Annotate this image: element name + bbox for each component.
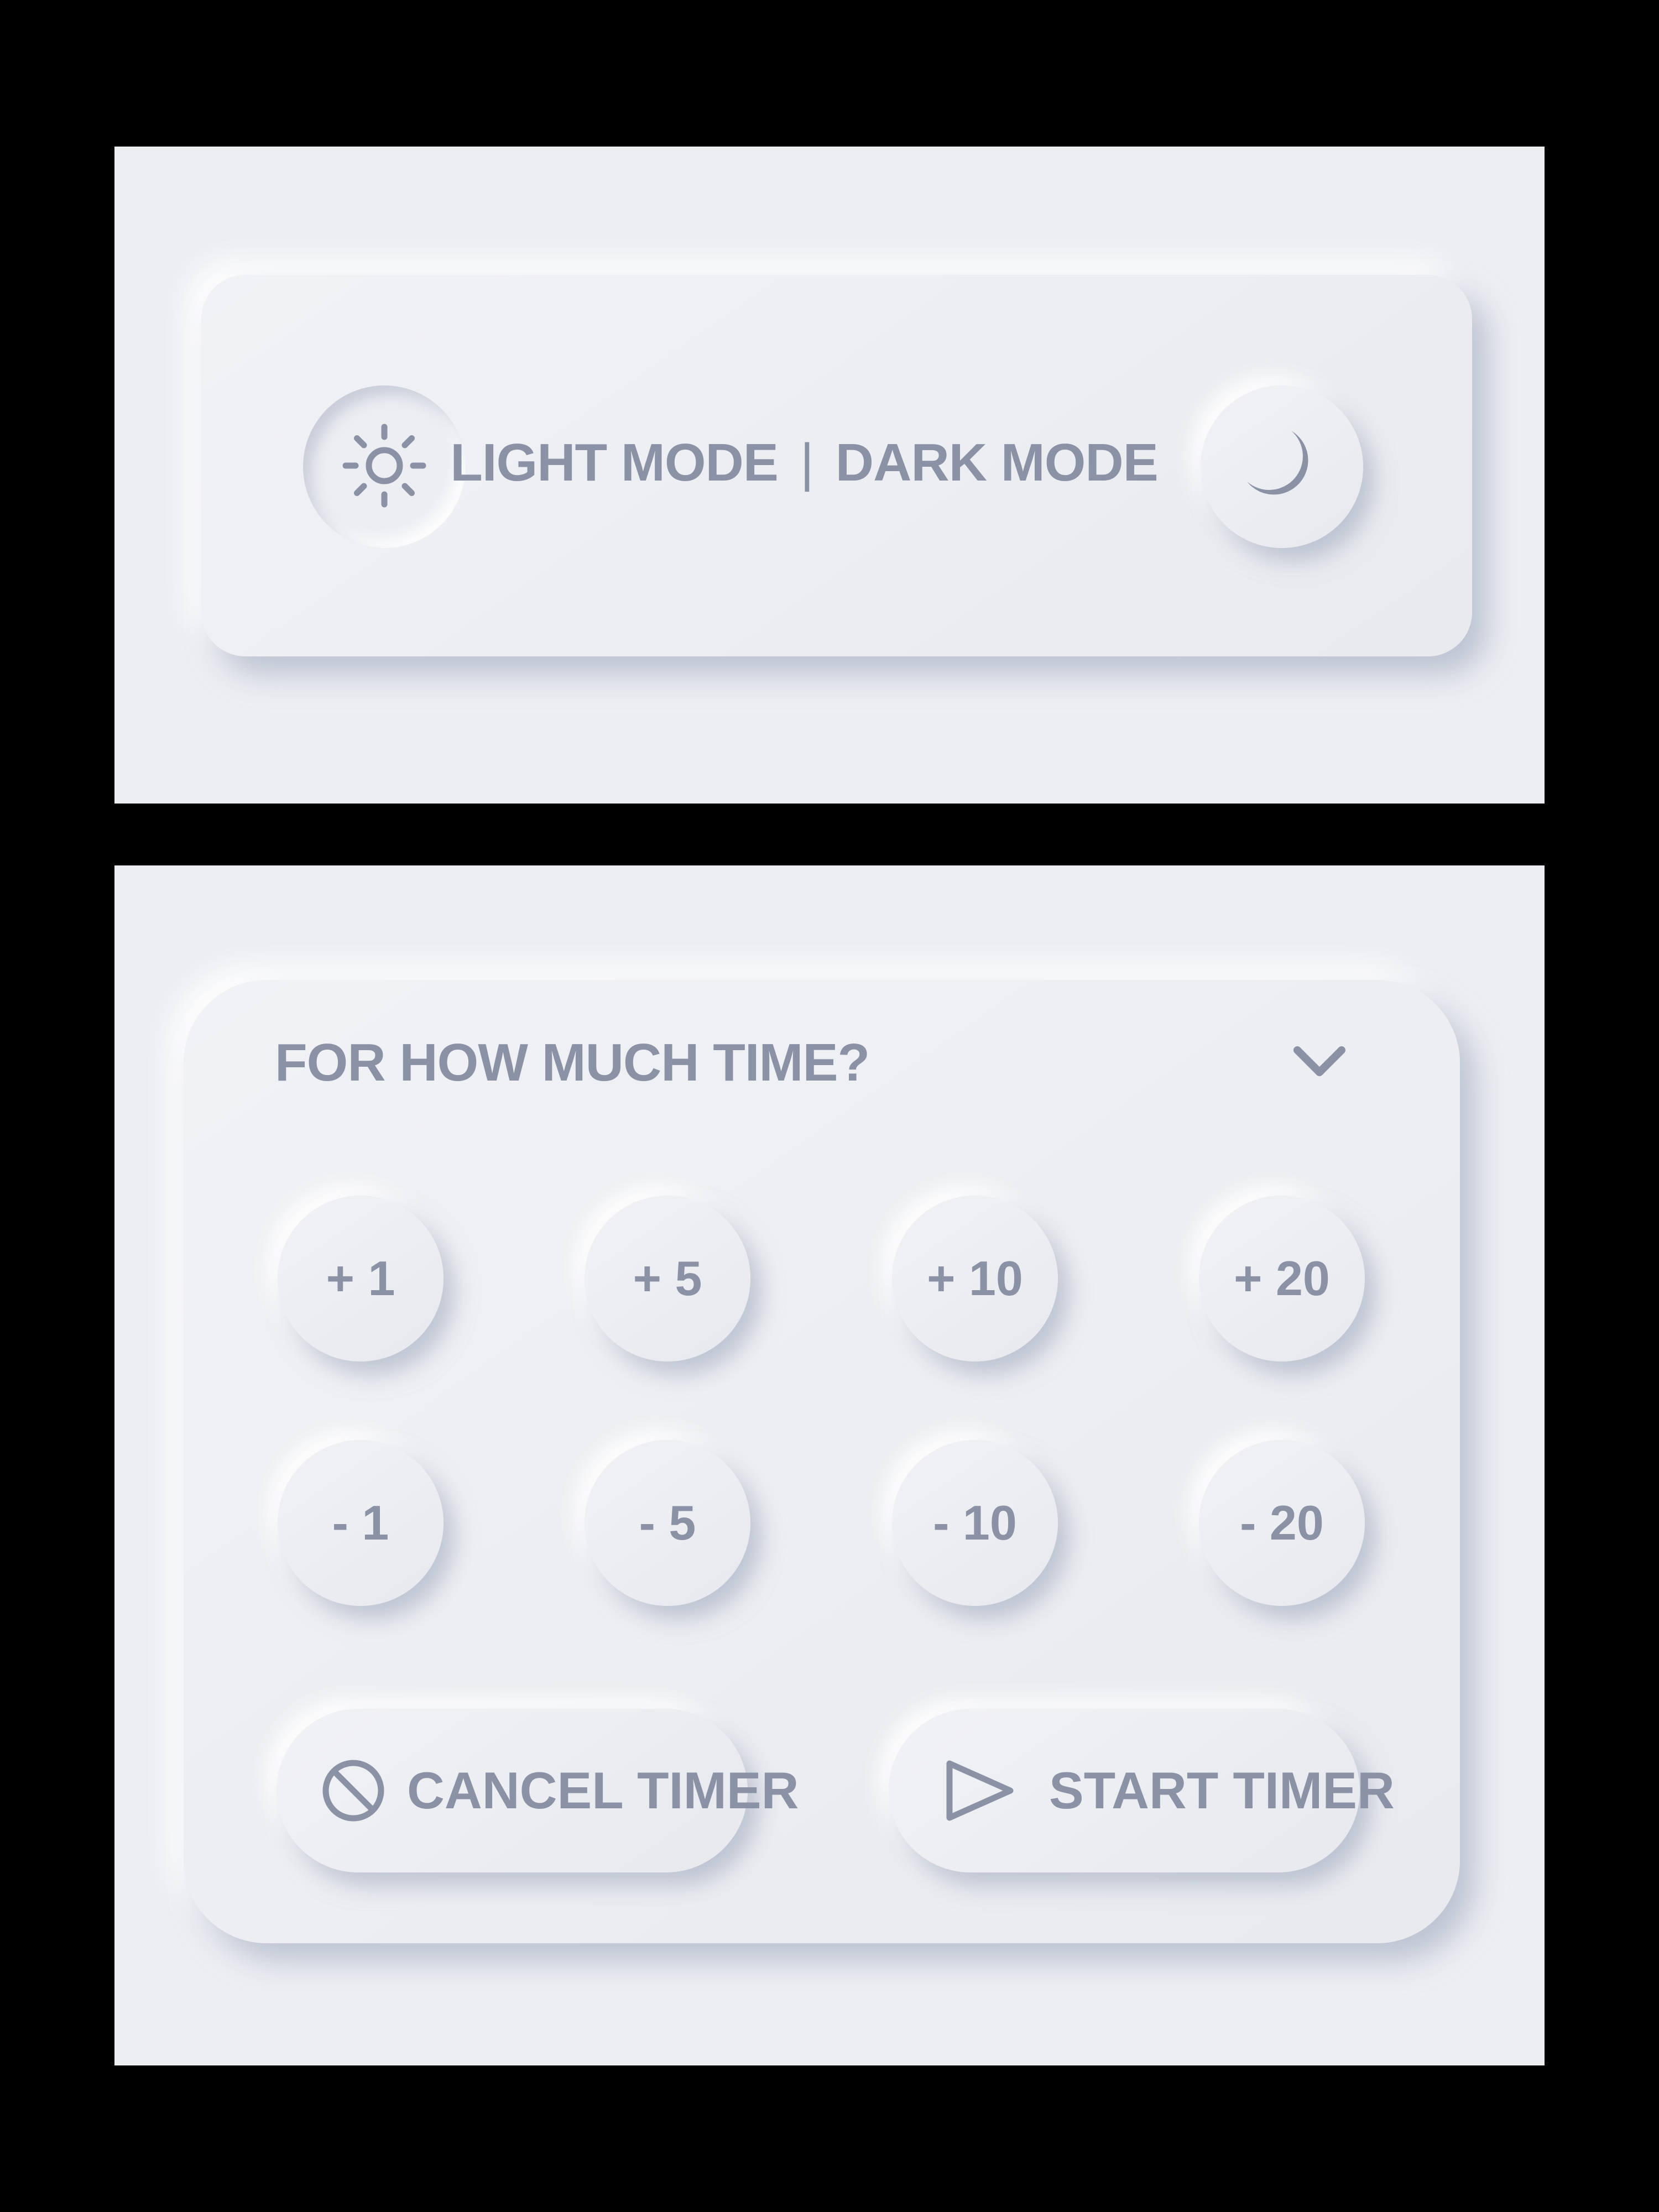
timer-card: FOR HOW MUCH TIME? + 1 + 5 + 10 + 20 - 1… <box>184 980 1460 1943</box>
mode-toggle-card: LIGHT MODE | DARK MODE <box>201 275 1472 656</box>
sun-icon <box>340 421 429 513</box>
dark-mode-label: DARK MODE <box>835 433 1159 492</box>
dark-mode-button[interactable] <box>1201 385 1363 548</box>
mode-toggle-label: LIGHT MODE | DARK MODE <box>422 430 1186 496</box>
mode-toggle-panel: LIGHT MODE | DARK MODE <box>114 147 1545 804</box>
add-20-button[interactable]: + 20 <box>1199 1196 1365 1361</box>
add-1-button[interactable]: + 1 <box>278 1196 444 1361</box>
start-timer-label: START TIMER <box>1049 1761 1395 1819</box>
subtract-1-button[interactable]: - 1 <box>278 1440 444 1606</box>
subtract-20-button[interactable]: - 20 <box>1199 1440 1365 1606</box>
add-10-button[interactable]: + 10 <box>892 1196 1058 1361</box>
add-5-button[interactable]: + 5 <box>585 1196 750 1361</box>
moon-icon <box>1240 424 1323 510</box>
light-mode-label: LIGHT MODE <box>450 433 779 492</box>
start-timer-button[interactable]: START TIMER <box>889 1709 1395 1872</box>
cancel-timer-button[interactable]: CANCEL TIMER <box>276 1709 799 1872</box>
cancel-timer-label: CANCEL TIMER <box>407 1761 799 1819</box>
timer-title: FOR HOW MUCH TIME? <box>275 1033 870 1092</box>
chevron-down-icon[interactable] <box>1289 1038 1350 1088</box>
subtract-10-button[interactable]: - 10 <box>892 1440 1058 1606</box>
play-icon <box>944 1758 1016 1823</box>
mode-separator: | <box>800 433 814 492</box>
timer-panel: FOR HOW MUCH TIME? + 1 + 5 + 10 + 20 - 1… <box>114 865 1545 2065</box>
subtract-5-button[interactable]: - 5 <box>585 1440 750 1606</box>
prohibited-icon <box>321 1758 386 1823</box>
